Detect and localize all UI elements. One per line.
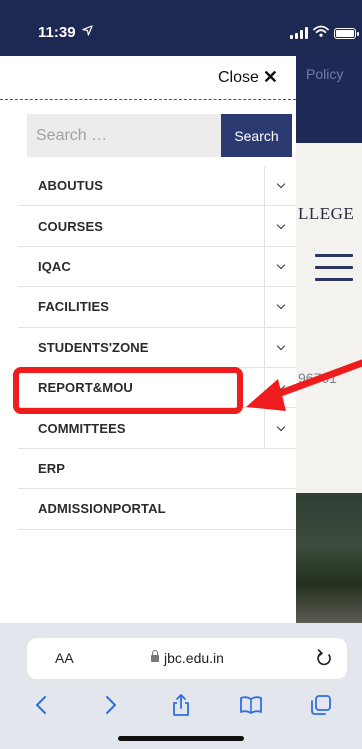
chevron-down-icon [276, 341, 285, 350]
menu-list: ABOUTUS COURSES IQAC FACILITIES STUDENTS… [18, 166, 296, 530]
bookmarks-icon[interactable] [231, 690, 271, 720]
menu-item-courses[interactable]: COURSES [18, 206, 296, 247]
expand-facilities-button[interactable] [264, 287, 296, 327]
forward-icon[interactable] [91, 690, 131, 720]
status-icons [290, 24, 359, 42]
chevron-down-icon [276, 260, 285, 270]
text-size-button[interactable]: AA [55, 650, 74, 666]
url-display[interactable]: jbc.edu.in [151, 649, 224, 666]
menu-item-label: ADMISSIONPORTAL [38, 501, 166, 517]
lock-icon [151, 649, 159, 663]
expand-iqac-button[interactable] [264, 246, 296, 287]
menu-item-label: ERP [38, 460, 66, 476]
menu-item-label: IQAC [38, 258, 71, 274]
battery-icon [334, 27, 359, 39]
menu-item-admission-portal[interactable]: ADMISSIONPORTAL [18, 489, 296, 530]
status-time: 11:39 [38, 24, 76, 41]
search-button[interactable]: Search [221, 114, 292, 157]
menu-item-label: COURSES [38, 218, 103, 234]
highlight-box [13, 367, 243, 414]
expand-aboutus-button[interactable] [264, 166, 296, 206]
home-indicator [118, 736, 244, 741]
menu-item-facilities[interactable]: FACILITIES [18, 287, 296, 328]
menu-item-label: ABOUTUS [38, 178, 103, 194]
expand-courses-button[interactable] [264, 206, 296, 246]
close-label: Close [218, 68, 259, 86]
signal-icon [290, 27, 308, 39]
chevron-down-icon [276, 301, 285, 310]
search-input[interactable] [27, 114, 221, 157]
url-text: jbc.edu.in [164, 650, 224, 666]
browser-toolbar [0, 687, 362, 723]
policy-link[interactable]: Policy [306, 66, 343, 82]
reload-icon[interactable] [315, 647, 333, 669]
menu-item-label: FACILITIES [38, 299, 110, 315]
annotation-arrow-icon [246, 359, 362, 411]
location-arrow-icon [82, 25, 93, 39]
menu-item-label: COMMITTEES [38, 420, 126, 436]
back-icon[interactable] [21, 690, 61, 720]
search-form: Search [27, 114, 292, 157]
hamburger-menu-icon[interactable] [315, 254, 353, 284]
nav-drawer: Close ✕ Search ABOUTUS COURSES IQAC FACI… [0, 56, 296, 623]
menu-item-erp[interactable]: ERP [18, 449, 296, 490]
tabs-icon[interactable] [301, 690, 341, 720]
chevron-down-icon [276, 220, 285, 229]
close-button[interactable]: Close ✕ [218, 67, 278, 88]
close-icon: ✕ [262, 67, 278, 87]
menu-item-iqac[interactable]: IQAC [18, 246, 296, 288]
browser-bottom-bar: AA jbc.edu.in [0, 623, 362, 749]
menu-item-label: STUDENTS'ZONE [38, 339, 149, 355]
address-bar[interactable]: AA jbc.edu.in [27, 638, 347, 679]
wifi-icon [313, 24, 329, 42]
share-icon[interactable] [161, 690, 201, 720]
drawer-header: Close ✕ [0, 56, 296, 100]
site-header-panel [296, 143, 362, 493]
menu-item-aboutus[interactable]: ABOUTUS [18, 166, 296, 207]
chevron-down-icon [276, 179, 285, 189]
college-title: LLEGE [298, 204, 355, 223]
status-bar: 11:39 [0, 0, 362, 56]
campus-photo [296, 493, 362, 623]
